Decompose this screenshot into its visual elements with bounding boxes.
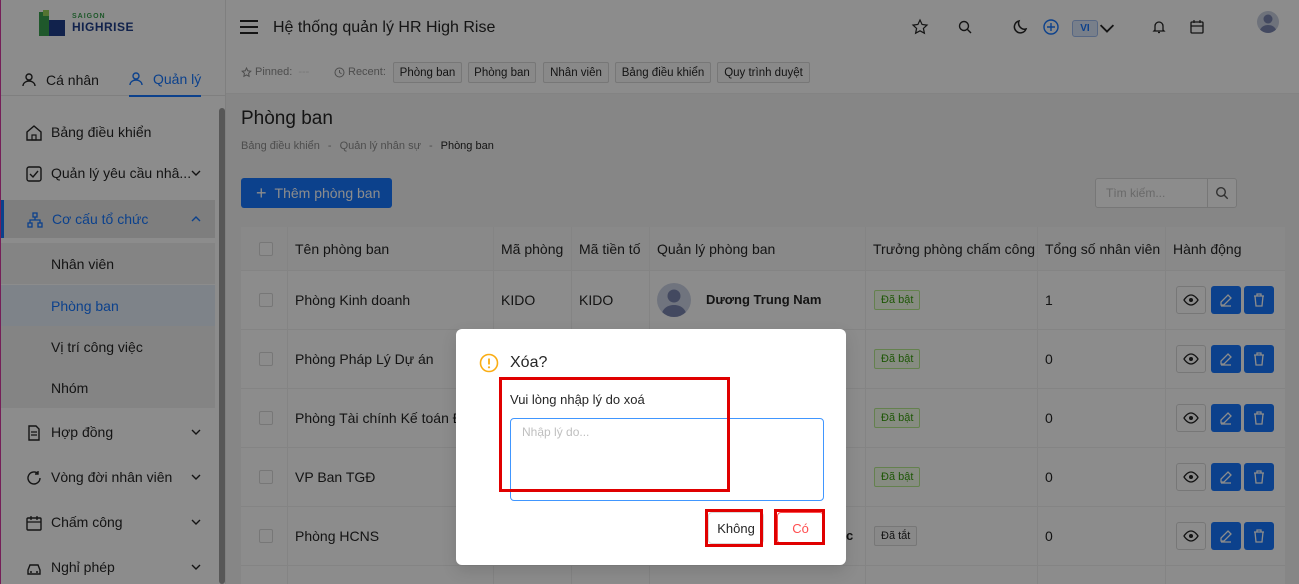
confirm-delete-button[interactable]: Có [777, 512, 824, 544]
cancel-button[interactable]: Không [708, 512, 764, 544]
delete-confirm-dialog: Xóa? Vui lòng nhập lý do xoá Không Có [456, 329, 846, 565]
dialog-title: Xóa? [510, 354, 548, 371]
reason-label: Vui lòng nhập lý do xoá [510, 392, 645, 407]
reason-input[interactable] [511, 419, 823, 500]
reason-field [510, 418, 824, 501]
warning-icon [479, 353, 499, 373]
